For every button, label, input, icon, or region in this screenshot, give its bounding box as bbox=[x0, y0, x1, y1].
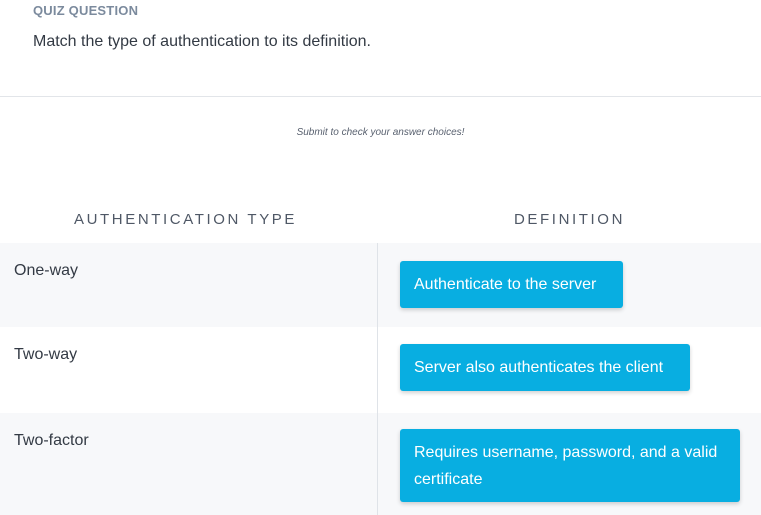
column-header-definition: DEFINITION bbox=[514, 211, 625, 228]
submit-hint: Submit to check your answer choices! bbox=[296, 127, 465, 138]
quiz-label: QUIZ QUESTION bbox=[33, 3, 139, 18]
authentication-type-label: Two-factor bbox=[14, 432, 89, 449]
header-divider bbox=[0, 96, 761, 97]
column-divider bbox=[377, 243, 378, 515]
authentication-type-label: Two-way bbox=[14, 346, 78, 363]
definition-choice[interactable]: Server also authenticates the client bbox=[400, 344, 690, 391]
match-row-one-way: One-way bbox=[0, 243, 761, 327]
quiz-page: QUIZ QUESTION Match the type of authenti… bbox=[0, 0, 761, 515]
quiz-question-text: Match the type of authentication to its … bbox=[33, 33, 371, 50]
authentication-type-label: One-way bbox=[14, 262, 79, 279]
definition-choice[interactable]: Requires username, password, and a valid… bbox=[400, 429, 740, 502]
column-header-authentication-type: AUTHENTICATION TYPE bbox=[73, 211, 298, 228]
definition-choice[interactable]: Authenticate to the server bbox=[400, 261, 623, 308]
